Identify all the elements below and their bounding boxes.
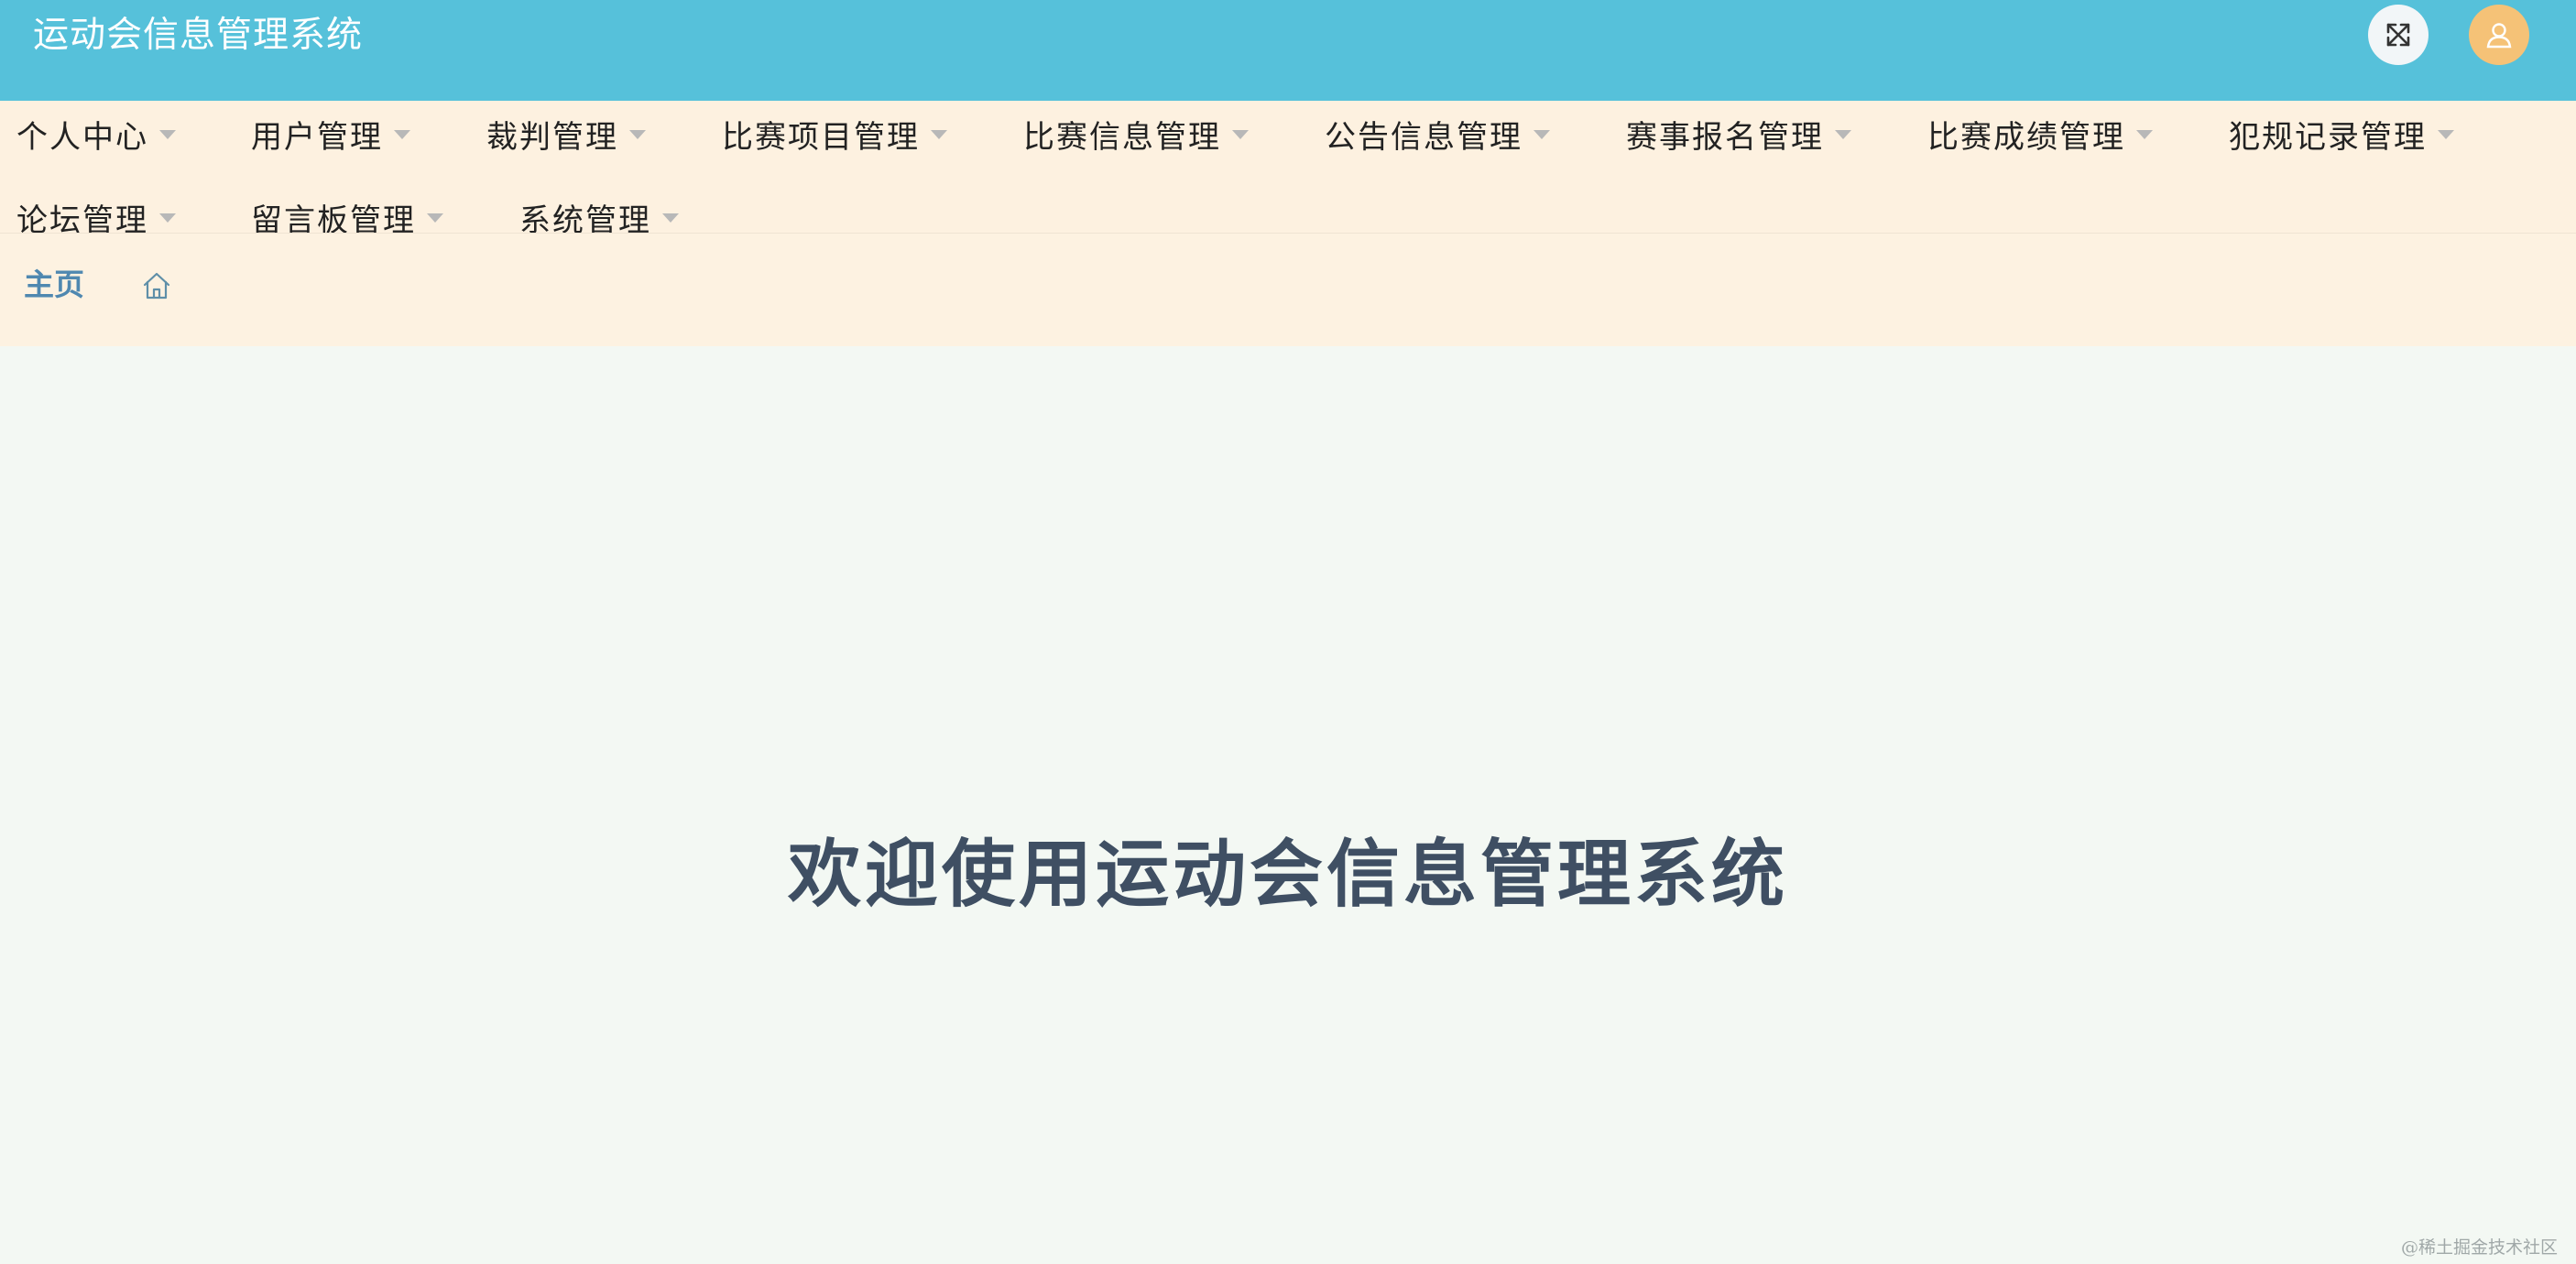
- nav-item-referee-management[interactable]: 裁判管理: [486, 108, 646, 159]
- caret-down-icon: [159, 213, 176, 223]
- caret-down-icon: [394, 130, 410, 139]
- watermark-text: @稀土掘金技术社区: [2400, 1237, 2558, 1258]
- user-avatar-button[interactable]: [2469, 5, 2529, 65]
- caret-down-icon: [2438, 130, 2454, 139]
- caret-down-icon: [427, 213, 443, 223]
- caret-down-icon: [1835, 130, 1851, 139]
- nav-item-label: 公告信息管理: [1325, 118, 1523, 156]
- nav-item-label: 赛事报名管理: [1626, 118, 1824, 156]
- app-page: 运动会信息管理系统 个人中心 用户管理 裁判管理 比赛项目管理 比赛信息管理 公…: [0, 0, 2576, 1264]
- nav-item-label: 比赛项目管理: [722, 118, 920, 156]
- nav-item-foul-record-management[interactable]: 犯规记录管理: [2229, 108, 2454, 159]
- fullscreen-button[interactable]: [2368, 5, 2429, 65]
- nav-item-label: 比赛成绩管理: [1927, 118, 2125, 156]
- nav-item-registration-management[interactable]: 赛事报名管理: [1626, 108, 1851, 159]
- nav-item-score-management[interactable]: 比赛成绩管理: [1927, 108, 2153, 159]
- nav-item-match-info-management[interactable]: 比赛信息管理: [1023, 108, 1249, 159]
- nav-item-label: 个人中心: [16, 118, 148, 156]
- nav-item-label: 比赛信息管理: [1023, 118, 1221, 156]
- caret-down-icon: [1534, 130, 1550, 139]
- expand-arrows-icon: [2386, 23, 2410, 47]
- app-title: 运动会信息管理系统: [33, 15, 364, 56]
- nav-item-personal-center[interactable]: 个人中心: [16, 108, 176, 159]
- caret-down-icon: [1232, 130, 1249, 139]
- nav-item-user-management[interactable]: 用户管理: [251, 108, 410, 159]
- caret-down-icon: [629, 130, 646, 139]
- nav-item-event-item-management[interactable]: 比赛项目管理: [722, 108, 947, 159]
- welcome-heading: 欢迎使用运动会信息管理系统: [788, 832, 1788, 917]
- main-nav-menu: 个人中心 用户管理 裁判管理 比赛项目管理 比赛信息管理 公告信息管理 赛事报名…: [0, 101, 2576, 239]
- breadcrumb: 主页: [0, 233, 2576, 346]
- caret-down-icon: [931, 130, 947, 139]
- nav-item-label: 犯规记录管理: [2229, 118, 2427, 156]
- caret-down-icon: [2136, 130, 2153, 139]
- breadcrumb-home-link[interactable]: 主页: [24, 263, 84, 307]
- caret-down-icon: [159, 130, 176, 139]
- top-header-bar: 运动会信息管理系统: [0, 0, 2576, 101]
- user-avatar-icon: [2486, 23, 2512, 49]
- nav-item-announcement-management[interactable]: 公告信息管理: [1325, 108, 1550, 159]
- caret-down-icon: [662, 213, 679, 223]
- nav-item-label: 裁判管理: [486, 118, 618, 156]
- nav-item-label: 用户管理: [251, 118, 383, 156]
- home-icon[interactable]: [140, 269, 173, 302]
